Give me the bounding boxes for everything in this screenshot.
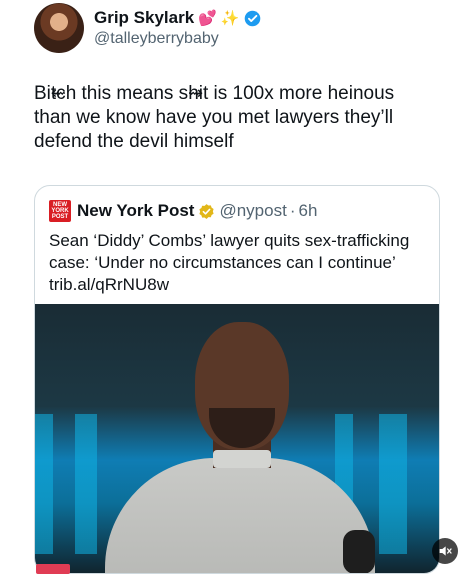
- tweet-text-prefix: Bi: [34, 83, 51, 104]
- quote-media-image[interactable]: [35, 304, 439, 573]
- quote-separator-dot: ·: [289, 201, 296, 220]
- sparkle-emoji: ✨: [220, 9, 240, 27]
- tweet-header: Grip Skylark 💕 ✨ @talleyberrybaby: [34, 2, 261, 54]
- quote-header: NEW YORK POST New York Post @nypost · 6h: [49, 200, 317, 222]
- user-handle[interactable]: @talleyberrybaby: [94, 29, 261, 49]
- tweet-text-mid: h this means s: [65, 83, 189, 104]
- heart-emoji: 💕: [198, 9, 217, 27]
- new-york-post-logo: NEW YORK POST: [49, 200, 71, 222]
- quote-timestamp[interactable]: 6h: [299, 200, 318, 222]
- avatar[interactable]: [34, 3, 84, 53]
- name-row: Grip Skylark 💕 ✨: [94, 7, 261, 29]
- gold-verified-icon: [198, 203, 215, 220]
- verified-icon: [244, 10, 261, 27]
- censor-2: hi ⇝: [188, 82, 203, 106]
- microphone: [343, 530, 375, 573]
- tweet-text-line-2: than we know have you met lawyers they’l…: [34, 107, 394, 128]
- shirt: [105, 458, 375, 573]
- bottom-red-strip: [36, 564, 70, 574]
- tweet-text-line-3: defend the devil himself: [34, 131, 234, 152]
- censor-1: tc ⇜: [51, 82, 66, 106]
- user-meta: Grip Skylark 💕 ✨ @talleyberrybaby: [94, 7, 261, 49]
- tweet-text-line-1: Bitc ⇜ h this means shi ⇝ t is 100x more hei…: [34, 82, 459, 106]
- tweet-text-suffix: t is 100x more heinous: [202, 83, 395, 104]
- quote-card[interactable]: NEW YORK POST New York Post @nypost · 6h…: [34, 185, 440, 574]
- tweet-text: Bitc ⇜ h this means shi ⇝ t is 100x more hei…: [34, 82, 459, 154]
- censor-mark-icon: ⇝: [188, 83, 204, 104]
- quote-author-name[interactable]: New York Post: [77, 200, 194, 222]
- collar: [213, 450, 271, 468]
- quote-author-handle[interactable]: @nypost: [219, 200, 286, 222]
- new-york-post-logo-text: NEW YORK POST: [51, 202, 69, 220]
- quote-text[interactable]: Sean ‘Diddy’ Combs’ lawyer quits sex-tra…: [49, 230, 427, 296]
- display-name[interactable]: Grip Skylark: [94, 7, 194, 29]
- muted-volume-icon[interactable]: [432, 538, 458, 564]
- person-photo: [105, 322, 375, 573]
- censor-mark-icon: ⇜: [50, 83, 66, 104]
